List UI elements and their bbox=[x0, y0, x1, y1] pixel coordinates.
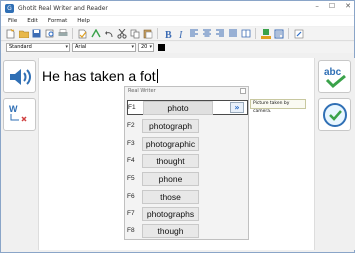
font-select[interactable]: Arial ▾ bbox=[72, 43, 136, 52]
popup-close-button[interactable] bbox=[240, 88, 246, 94]
text-caret bbox=[156, 69, 158, 83]
style-select[interactable]: Standard ▾ bbox=[6, 43, 70, 52]
suggestion-word[interactable]: photo bbox=[143, 100, 213, 115]
align-center-icon[interactable] bbox=[201, 28, 212, 39]
menu-format[interactable]: Format bbox=[48, 18, 67, 24]
proofread-check-icon bbox=[322, 102, 347, 127]
toolbar-separator bbox=[255, 28, 256, 39]
suggestion-word[interactable]: photograph bbox=[142, 118, 199, 133]
menu-file[interactable]: File bbox=[8, 18, 17, 24]
suggestion-row[interactable]: F7 photographs bbox=[127, 206, 248, 221]
definition-tooltip: Picture taken by camera. bbox=[250, 99, 306, 114]
function-key-label: F3 bbox=[127, 140, 135, 147]
bold-icon[interactable]: B bbox=[162, 28, 173, 39]
chevron-down-icon: ▾ bbox=[65, 44, 68, 50]
spell-check-icon: abc bbox=[324, 67, 346, 88]
suggestion-word[interactable]: thought bbox=[142, 153, 199, 168]
left-panel: W bbox=[2, 58, 38, 250]
app-logo-icon: G bbox=[5, 3, 14, 13]
function-key-label: F2 bbox=[127, 122, 135, 129]
window-title: Ghotit Real Writer and Reader bbox=[18, 4, 108, 12]
font-select-value: Arial bbox=[75, 44, 87, 50]
italic-icon[interactable]: I bbox=[175, 28, 186, 39]
print-preview-icon[interactable] bbox=[44, 28, 55, 39]
svg-text:W: W bbox=[9, 104, 18, 114]
font-size-value: 20 bbox=[141, 44, 148, 50]
suggestion-row[interactable]: F4 thought bbox=[127, 153, 248, 168]
title-bar: G Ghotit Real Writer and Reader – ☐ ✕ bbox=[1, 1, 354, 15]
menu-bar: File Edit Format Help bbox=[1, 16, 354, 26]
dictionary-icon[interactable] bbox=[240, 28, 251, 39]
reader-icon[interactable] bbox=[260, 28, 271, 39]
close-button[interactable]: ✕ bbox=[345, 2, 351, 10]
style-select-value: Standard bbox=[9, 44, 32, 50]
paste-icon[interactable] bbox=[142, 28, 153, 39]
menu-edit[interactable]: Edit bbox=[27, 18, 38, 24]
speak-button[interactable] bbox=[3, 60, 36, 93]
suggestion-row[interactable]: F1 photo » bbox=[127, 100, 248, 115]
function-key-label: F1 bbox=[128, 104, 136, 111]
document-text[interactable]: He has taken a fot bbox=[42, 68, 158, 84]
align-right-icon[interactable] bbox=[214, 28, 225, 39]
suggestion-word[interactable]: those bbox=[142, 189, 199, 204]
highlight-icon[interactable] bbox=[273, 28, 284, 39]
maximize-button[interactable]: ☐ bbox=[329, 2, 335, 10]
document-text-content: He has taken a fot bbox=[42, 68, 156, 84]
svg-text:abc: abc bbox=[324, 67, 342, 78]
align-left-icon[interactable] bbox=[188, 28, 199, 39]
toolbar-separator bbox=[72, 28, 73, 39]
popup-title: Real Writer bbox=[128, 88, 156, 94]
settings-icon[interactable] bbox=[293, 28, 304, 39]
function-key-label: F4 bbox=[127, 157, 135, 164]
suggestion-row[interactable]: F6 those bbox=[127, 189, 248, 204]
suggestion-row[interactable]: F2 photograph bbox=[127, 118, 248, 133]
suggestion-word[interactable]: photographic bbox=[142, 136, 199, 151]
menu-help[interactable]: Help bbox=[77, 18, 90, 24]
toolbar-separator bbox=[288, 28, 289, 39]
suggestion-word[interactable]: phone bbox=[142, 171, 199, 186]
function-key-label: F5 bbox=[127, 175, 135, 182]
font-color-swatch[interactable] bbox=[158, 44, 165, 51]
speaker-icon bbox=[9, 68, 31, 85]
suggestion-row[interactable]: F5 phone bbox=[127, 171, 248, 186]
suggestion-row[interactable]: F8 though bbox=[127, 223, 248, 238]
open-folder-icon[interactable] bbox=[18, 28, 29, 39]
word-prediction-button[interactable]: W bbox=[3, 98, 36, 131]
justify-icon[interactable] bbox=[227, 28, 238, 39]
copy-icon[interactable] bbox=[129, 28, 140, 39]
format-bar: Standard ▾ Arial ▾ 20 ▾ bbox=[1, 42, 354, 53]
check-document-icon[interactable] bbox=[77, 28, 88, 39]
function-key-label: F8 bbox=[127, 227, 135, 234]
word-prediction-icon: W bbox=[9, 104, 27, 122]
main-toolbar: B I bbox=[1, 27, 354, 41]
right-panel: abc bbox=[315, 58, 355, 250]
save-icon[interactable] bbox=[31, 28, 42, 39]
svg-text:I: I bbox=[178, 30, 183, 39]
cut-icon[interactable] bbox=[116, 28, 127, 39]
new-document-icon[interactable] bbox=[5, 28, 16, 39]
svg-text:B: B bbox=[165, 30, 172, 39]
function-key-label: F6 bbox=[127, 193, 135, 200]
chevron-down-icon: ▾ bbox=[131, 44, 134, 50]
suggestion-word[interactable]: photographs bbox=[142, 206, 199, 221]
function-key-label: F7 bbox=[127, 210, 135, 217]
proofread-icon[interactable] bbox=[90, 28, 101, 39]
spell-check-button[interactable]: abc bbox=[318, 60, 351, 93]
proofread-button[interactable] bbox=[318, 98, 351, 131]
suggestion-popup: Real Writer F1 photo » F2 photograph F3 … bbox=[124, 86, 249, 240]
expand-definition-button[interactable]: » bbox=[230, 102, 244, 113]
undo-icon[interactable] bbox=[103, 28, 114, 39]
minimize-button[interactable]: – bbox=[315, 2, 319, 10]
font-size-select[interactable]: 20 ▾ bbox=[138, 43, 154, 52]
print-icon[interactable] bbox=[57, 28, 68, 39]
toolbar-separator bbox=[157, 28, 158, 39]
suggestion-row[interactable]: F3 photographic bbox=[127, 136, 248, 151]
chevron-down-icon: ▾ bbox=[149, 44, 152, 50]
suggestion-word[interactable]: though bbox=[142, 223, 199, 238]
